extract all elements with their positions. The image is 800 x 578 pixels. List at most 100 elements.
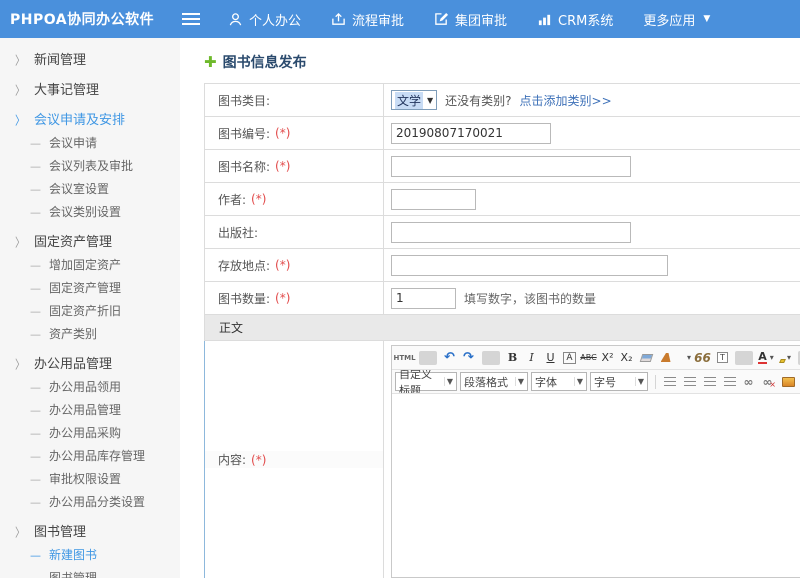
- italic-button[interactable]: I: [523, 348, 541, 367]
- align-center-button[interactable]: [680, 372, 699, 391]
- nav-crm-system[interactable]: CRM系统: [537, 10, 613, 29]
- app-logo: PHPOA协同办公软件: [0, 9, 170, 29]
- form-row-author: 作者:(*): [205, 183, 800, 216]
- sidebar-item[interactable]: 会议申请: [0, 132, 180, 155]
- workflow-upload-icon: [331, 12, 346, 27]
- font-border-button[interactable]: A: [561, 348, 579, 367]
- quantity-input[interactable]: [391, 288, 456, 309]
- editor-content-area[interactable]: [392, 394, 800, 577]
- sidebar-item[interactable]: 新闻管理: [0, 50, 180, 72]
- sidebar-item[interactable]: 资产类别: [0, 323, 180, 346]
- paste-as-text-button[interactable]: [713, 348, 731, 367]
- add-plus-icon: ✚: [204, 53, 217, 71]
- nav-more-apps[interactable]: 更多应用 ▼: [643, 10, 710, 29]
- underline-button[interactable]: U: [542, 348, 560, 367]
- sidebar: 新闻管理 大事记管理 会议申请及安排 会议申请 会议列表及审批 会议室设置 会议…: [0, 38, 180, 578]
- align-right-button[interactable]: [700, 372, 719, 391]
- nav-personal-office[interactable]: 个人办公: [228, 10, 301, 29]
- sidebar-item-label: 固定资产管理: [49, 281, 121, 295]
- sidebar-item[interactable]: 会议列表及审批: [0, 155, 180, 178]
- font-size-select[interactable]: 字号▼: [590, 372, 648, 391]
- undo-button[interactable]: ↶: [441, 348, 459, 367]
- insert-link-button[interactable]: ∞: [740, 372, 758, 391]
- edit-square-icon: [434, 12, 449, 27]
- form-row-content: 内容:(*) HTML ↶ ↷: [204, 341, 800, 578]
- sidebar-item[interactable]: 会议申请及安排: [0, 110, 180, 132]
- hamburger-menu-icon[interactable]: [182, 13, 200, 25]
- sidebar-item[interactable]: 图书管理: [0, 522, 180, 544]
- sidebar-item[interactable]: 固定资产折旧: [0, 300, 180, 323]
- location-label: 存放地点:(*): [205, 257, 383, 274]
- highlight-color-button[interactable]: [776, 348, 794, 367]
- sidebar-item[interactable]: 办公用品分类设置: [0, 491, 180, 514]
- toolbar-separator: [655, 375, 656, 389]
- blockquote-button[interactable]: 66: [694, 348, 712, 367]
- html-source-button[interactable]: HTML: [395, 348, 415, 367]
- sidebar-item[interactable]: 办公用品采购: [0, 422, 180, 445]
- strikethrough-button[interactable]: ABC: [580, 348, 598, 367]
- remove-format-button[interactable]: [637, 348, 655, 367]
- publisher-input[interactable]: [391, 222, 631, 243]
- sidebar-item[interactable]: 会议室设置: [0, 178, 180, 201]
- font-family-select[interactable]: 字体▼: [531, 372, 587, 391]
- add-category-link[interactable]: 点击添加类别>>: [520, 92, 612, 109]
- sidebar-item[interactable]: 大事记管理: [0, 80, 180, 102]
- form-row-publisher: 出版社:: [205, 216, 800, 249]
- sidebar-bullet-icon: [30, 183, 41, 196]
- category-select[interactable]: 文学 ▼: [391, 90, 437, 110]
- book-name-input[interactable]: [391, 156, 631, 177]
- sidebar-item-label: 办公用品管理: [49, 403, 121, 417]
- toolbar-separator: [482, 351, 500, 365]
- bold-button[interactable]: B: [504, 348, 522, 367]
- font-color-button[interactable]: A: [757, 348, 775, 367]
- format-brush-button[interactable]: [656, 348, 674, 367]
- sidebar-bullet-icon: [30, 259, 41, 272]
- sidebar-item[interactable]: 固定资产管理: [0, 277, 180, 300]
- sidebar-item[interactable]: 会议类别设置: [0, 201, 180, 224]
- content-label: 内容:(*): [205, 451, 383, 468]
- sidebar-item-label: 办公用品分类设置: [49, 495, 145, 509]
- custom-title-select[interactable]: 自定义标题▼: [395, 372, 457, 391]
- sidebar-bullet-icon: [30, 572, 41, 578]
- sidebar-item-label: 增加固定资产: [49, 258, 121, 272]
- form-row-quantity: 图书数量:(*) 填写数字，该图书的数量: [205, 282, 800, 315]
- sidebar-item-label: 会议申请及安排: [34, 113, 125, 128]
- book-no-label: 图书编号:(*): [205, 125, 383, 142]
- author-input[interactable]: [391, 189, 476, 210]
- sidebar-item[interactable]: 固定资产管理: [0, 232, 180, 254]
- sidebar-item[interactable]: 新建图书: [0, 544, 180, 567]
- paragraph-format-select[interactable]: 段落格式▼: [460, 372, 528, 391]
- unlink-button[interactable]: ∞: [759, 372, 777, 391]
- book-no-input[interactable]: [391, 123, 551, 144]
- align-left-button[interactable]: [660, 372, 679, 391]
- superscript-button[interactable]: X²: [599, 348, 617, 367]
- redo-button[interactable]: ↷: [460, 348, 478, 367]
- sidebar-item[interactable]: 审批权限设置: [0, 468, 180, 491]
- align-justify-button[interactable]: [720, 372, 739, 391]
- sidebar-bullet-icon: [15, 520, 25, 548]
- sidebar-bullet-icon: [30, 305, 41, 318]
- auto-typeset-button[interactable]: [675, 348, 693, 367]
- location-input[interactable]: [391, 255, 668, 276]
- sidebar-item[interactable]: 办公用品库存管理: [0, 445, 180, 468]
- sidebar-item[interactable]: 图书管理: [0, 567, 180, 578]
- nav-workflow-approval[interactable]: 流程审批: [331, 10, 404, 29]
- sidebar-item[interactable]: 办公用品管理: [0, 399, 180, 422]
- nav-group-approval[interactable]: 集团审批: [434, 10, 507, 29]
- nav-label: 流程审批: [352, 10, 404, 29]
- sidebar-bullet-icon: [30, 381, 41, 394]
- sidebar-item[interactable]: 办公用品领用: [0, 376, 180, 399]
- toolbar-separator: [735, 351, 753, 365]
- insert-image-button[interactable]: [778, 372, 798, 391]
- nav-label: 个人办公: [249, 10, 301, 29]
- subscript-button[interactable]: X₂: [618, 348, 636, 367]
- sidebar-item[interactable]: 增加固定资产: [0, 254, 180, 277]
- sidebar-bullet-icon: [15, 78, 25, 106]
- sidebar-item[interactable]: 办公用品管理: [0, 354, 180, 376]
- editor-toolbar-row1: HTML ↶ ↷ B I: [392, 346, 800, 370]
- sidebar-bullet-icon: [30, 404, 41, 417]
- sidebar-bullet-icon: [30, 473, 41, 486]
- book-form: 图书类目: 文学 ▼ 还没有类别? 点击添加类别>> 图书编号:(*): [204, 83, 800, 578]
- nav-label: 更多应用: [643, 10, 695, 29]
- rich-text-editor: HTML ↶ ↷ B I: [391, 345, 800, 578]
